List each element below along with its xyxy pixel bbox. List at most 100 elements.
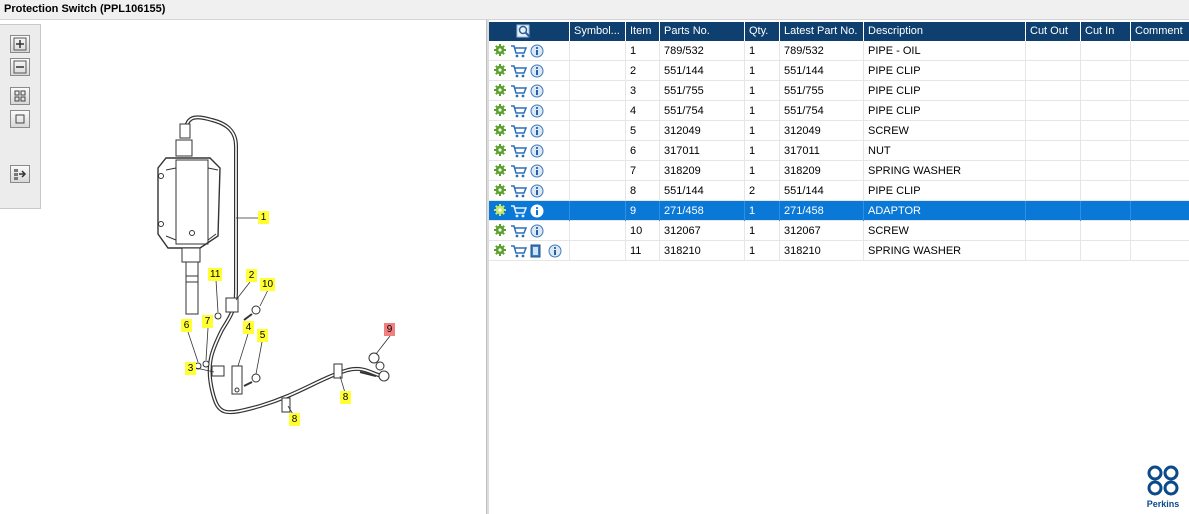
window-title: Protection Switch (PPL106155)	[4, 3, 166, 15]
gear-icon[interactable]	[494, 124, 506, 136]
callout-11[interactable]: 11	[208, 268, 223, 281]
cell-symbol	[570, 221, 626, 241]
callout-6[interactable]: 6	[181, 319, 192, 332]
callout-9[interactable]: 9	[384, 323, 395, 336]
cell-cut-out	[1026, 81, 1081, 101]
gear-icon[interactable]	[494, 144, 506, 156]
header-icon-cell[interactable]	[489, 22, 570, 41]
cart-icon[interactable]	[510, 124, 527, 138]
table-row[interactable]: 1 789/532 1 789/532 PIPE - OIL	[489, 41, 1189, 61]
gear-icon[interactable]	[494, 64, 506, 76]
table-row[interactable]: 6 317011 1 317011 NUT	[489, 141, 1189, 161]
table-row[interactable]: 9 271/458 1 271/458 ADAPTOR	[489, 201, 1189, 221]
callout-7[interactable]: 7	[202, 315, 213, 328]
gear-icon[interactable]	[494, 104, 506, 116]
cart-icon[interactable]	[510, 44, 527, 58]
callout-8-second[interactable]: 8	[340, 391, 351, 404]
table-row[interactable]: 10 312067 1 312067 SCREW	[489, 221, 1189, 241]
table-row[interactable]: 7 318209 1 318209 SPRING WASHER	[489, 161, 1189, 181]
gear-icon[interactable]	[494, 184, 506, 196]
document-icon[interactable]	[530, 244, 542, 258]
gear-icon[interactable]	[494, 244, 506, 256]
info-icon[interactable]	[530, 44, 544, 58]
cart-icon[interactable]	[510, 104, 527, 118]
col-cut-out[interactable]: Cut Out	[1026, 22, 1081, 41]
info-icon[interactable]	[530, 124, 544, 138]
col-latest-part-no[interactable]: Latest Part No.	[780, 22, 864, 41]
perkins-wordmark: Perkins	[1146, 499, 1180, 509]
info-icon[interactable]	[530, 164, 544, 178]
cart-icon[interactable]	[510, 184, 527, 198]
callout-2[interactable]: 2	[246, 269, 257, 282]
info-icon[interactable]	[530, 204, 544, 218]
cell-comment	[1131, 101, 1189, 121]
info-icon[interactable]	[530, 64, 544, 78]
info-icon[interactable]	[530, 104, 544, 118]
cell-latest-part-no: 312049	[780, 121, 864, 141]
cell-symbol	[570, 241, 626, 261]
callout-10[interactable]: 10	[260, 278, 276, 291]
info-icon[interactable]	[530, 184, 544, 198]
cart-icon[interactable]	[510, 64, 527, 78]
cell-item: 6	[626, 141, 660, 161]
search-catalog-icon	[516, 24, 531, 38]
cart-icon[interactable]	[510, 244, 527, 258]
col-parts-no[interactable]: Parts No.	[660, 22, 745, 41]
cell-cut-out	[1026, 241, 1081, 261]
cell-item: 9	[626, 201, 660, 221]
table-row[interactable]: 8 551/144 2 551/144 PIPE CLIP	[489, 181, 1189, 201]
cell-symbol	[570, 41, 626, 61]
cell-description: PIPE CLIP	[864, 61, 1026, 81]
gear-icon[interactable]	[494, 164, 506, 176]
table-row[interactable]: 4 551/754 1 551/754 PIPE CLIP	[489, 101, 1189, 121]
col-item[interactable]: Item	[626, 22, 660, 41]
table-row[interactable]: 5 312049 1 312049 SCREW	[489, 121, 1189, 141]
callout-5[interactable]: 5	[257, 329, 268, 342]
col-qty[interactable]: Qty.	[745, 22, 780, 41]
gear-icon[interactable]	[494, 224, 506, 236]
exploded-parts-diagram	[157, 115, 391, 417]
cell-symbol	[570, 121, 626, 141]
cell-cut-in	[1081, 121, 1131, 141]
cell-parts-no: 318209	[660, 161, 745, 181]
col-comment[interactable]: Comment	[1131, 22, 1189, 41]
col-symbol[interactable]: Symbol...	[570, 22, 626, 41]
info-icon[interactable]	[530, 144, 544, 158]
cell-actions	[489, 141, 570, 161]
gear-icon[interactable]	[494, 44, 506, 56]
gear-icon[interactable]	[494, 84, 506, 96]
cell-actions	[489, 201, 570, 221]
info-icon[interactable]	[530, 84, 544, 98]
cell-item: 8	[626, 181, 660, 201]
cart-icon[interactable]	[510, 84, 527, 98]
cart-icon[interactable]	[510, 164, 527, 178]
table-row[interactable]: 2 551/144 1 551/144 PIPE CLIP	[489, 61, 1189, 81]
table-row[interactable]: 3 551/755 1 551/755 PIPE CLIP	[489, 81, 1189, 101]
cell-qty: 1	[745, 81, 780, 101]
cart-icon[interactable]	[510, 204, 527, 218]
cell-description: PIPE CLIP	[864, 181, 1026, 201]
cell-cut-out	[1026, 41, 1081, 61]
gear-icon[interactable]	[494, 204, 506, 216]
table-header: Symbol... Item Parts No. Qty. Latest Par…	[489, 22, 1189, 41]
cell-cut-in	[1081, 221, 1131, 241]
cart-icon[interactable]	[510, 224, 527, 238]
cart-icon[interactable]	[510, 144, 527, 158]
col-cut-in[interactable]: Cut In	[1081, 22, 1131, 41]
callout-8[interactable]: 8	[289, 413, 300, 426]
diagram-pane[interactable]: 1 2 3 4 5 6 7 8 8 9 10 11	[0, 20, 486, 514]
col-description[interactable]: Description	[864, 22, 1026, 41]
info-icon[interactable]	[548, 244, 562, 258]
cell-comment	[1131, 61, 1189, 81]
callout-4[interactable]: 4	[243, 321, 254, 334]
cell-qty: 2	[745, 181, 780, 201]
cell-cut-in	[1081, 161, 1131, 181]
cell-actions	[489, 101, 570, 121]
cell-latest-part-no: 789/532	[780, 41, 864, 61]
table-row[interactable]: 11 318210 1 318210 SPRING WASHER	[489, 241, 1189, 261]
callout-1[interactable]: 1	[258, 211, 269, 224]
cell-description: NUT	[864, 141, 1026, 161]
callout-3[interactable]: 3	[185, 362, 196, 375]
info-icon[interactable]	[530, 224, 544, 238]
perkins-logo-icon	[1147, 465, 1179, 496]
